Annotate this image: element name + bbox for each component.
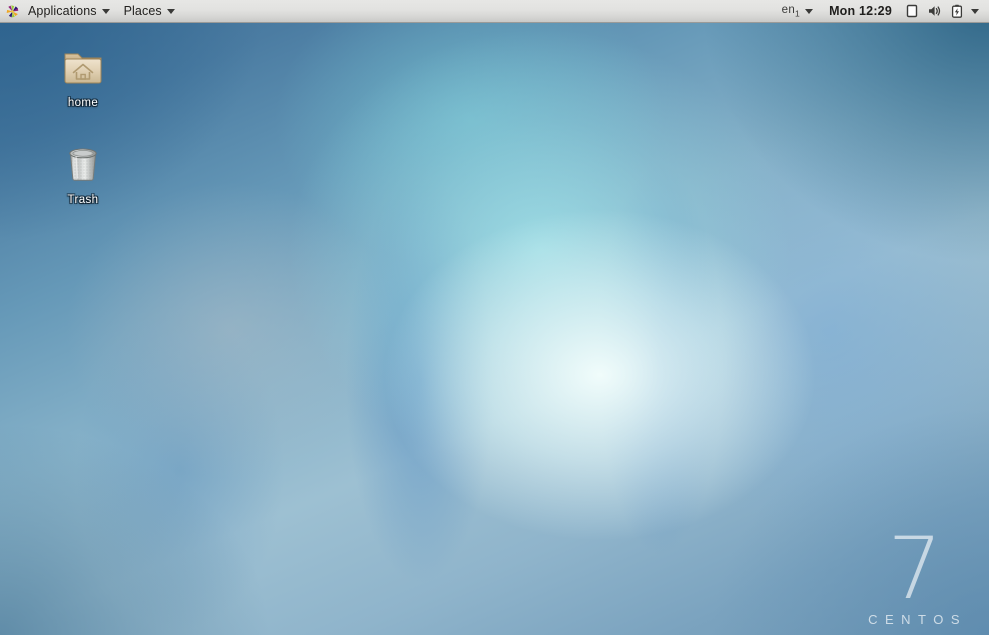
- wallpaper-vignette-bottom-left: [0, 375, 330, 635]
- desktop-icon-label: Trash: [67, 194, 99, 206]
- panel-right-section: en1 Mon 12:29: [775, 0, 989, 22]
- desktop-icon-label: home: [67, 97, 99, 109]
- top-panel: Applications Places en1 Mon 12:29: [0, 0, 989, 23]
- trash-can-icon: [59, 139, 107, 187]
- menu-applications-label: Applications: [28, 4, 97, 18]
- centos-watermark: 7 CENTOS: [861, 519, 967, 627]
- keyboard-layout-indicator[interactable]: en1: [775, 0, 820, 22]
- centos-brand-text: CENTOS: [868, 612, 967, 627]
- battery-charging-icon[interactable]: [947, 0, 967, 22]
- menu-places-label: Places: [123, 4, 162, 18]
- display-icon[interactable]: [901, 0, 923, 22]
- chevron-down-icon[interactable]: [967, 0, 983, 22]
- menu-places[interactable]: Places: [117, 0, 182, 22]
- wallpaper-vignette-top-right: [629, 0, 989, 330]
- centos-pinwheel-icon: [5, 4, 20, 19]
- chevron-down-icon: [101, 8, 110, 14]
- folder-home-icon: [59, 42, 107, 90]
- desktop-icon-home[interactable]: home: [40, 42, 126, 110]
- chevron-down-icon: [805, 8, 814, 14]
- volume-icon[interactable]: [923, 0, 947, 22]
- centos-version-number: 7: [887, 519, 943, 619]
- chevron-down-icon: [971, 8, 979, 14]
- desktop-screen: 7 CENTOS home Trash Applications Places …: [0, 0, 989, 635]
- clock[interactable]: Mon 12:29: [820, 0, 901, 22]
- menu-applications[interactable]: Applications: [21, 0, 117, 22]
- chevron-down-icon: [166, 8, 175, 14]
- desktop-icon-trash[interactable]: Trash: [40, 139, 126, 207]
- panel-left-section: Applications Places: [0, 0, 182, 22]
- keyboard-layout-label: en1: [781, 3, 801, 19]
